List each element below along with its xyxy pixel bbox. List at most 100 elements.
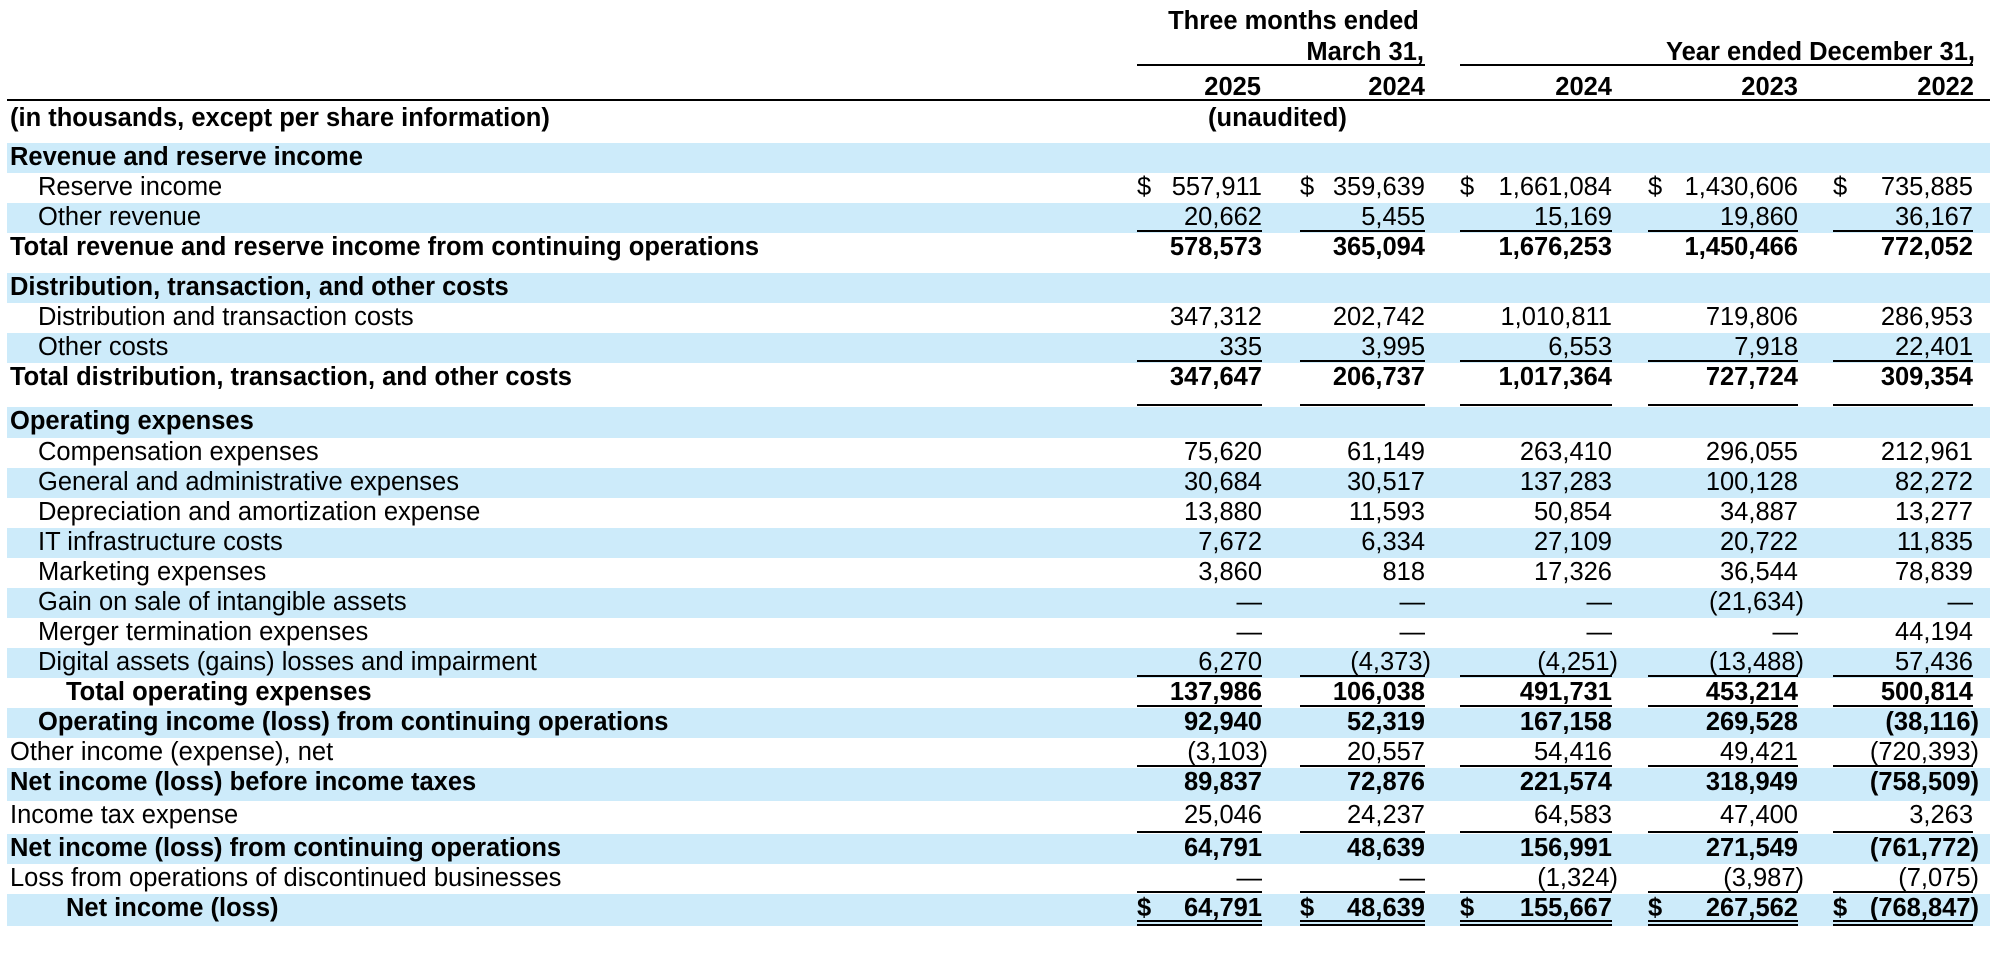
value-cell: 64,583 xyxy=(1460,801,1612,833)
value-cell: 137,986 xyxy=(1137,678,1262,707)
value-cell: 818 xyxy=(1300,558,1425,587)
value-cell: $155,667 xyxy=(1460,894,1612,926)
cell-value: 92,940 xyxy=(1184,708,1262,736)
value-cell: $359,639 xyxy=(1300,173,1425,202)
cell-value: 20,722 xyxy=(1720,528,1798,556)
value-cell: 1,450,466 xyxy=(1648,233,1798,272)
cell-value: 106,038 xyxy=(1332,678,1425,706)
value-cell: 137,283 xyxy=(1460,468,1612,497)
cell-value: 347,647 xyxy=(1169,363,1262,391)
cell-value: 34,887 xyxy=(1720,498,1798,526)
table-row: Marketing expenses 3,860 818 17,326 36,544 78… xyxy=(7,558,1990,588)
value-cell: 20,557 xyxy=(1300,738,1425,767)
value-cell: 78,839 xyxy=(1833,558,1973,587)
cell-value: 309,354 xyxy=(1880,363,1973,391)
cell-value: — xyxy=(1772,618,1799,646)
value-cell: 286,953 xyxy=(1833,303,1973,332)
value-cell: 6,334 xyxy=(1300,528,1425,557)
cell-value: 167,158 xyxy=(1519,708,1612,736)
cell-value: (4,251) xyxy=(1537,648,1618,676)
cell-value: 202,742 xyxy=(1332,303,1425,331)
cell-value: 818 xyxy=(1382,558,1425,586)
value-cell: 271,549 xyxy=(1648,834,1798,863)
value-cell: 206,737 xyxy=(1300,363,1425,406)
value-cell: 309,354 xyxy=(1833,363,1973,406)
value-cell: 1,017,364 xyxy=(1460,363,1612,406)
value-cell: 772,052 xyxy=(1833,233,1973,272)
value-cell: 347,312 xyxy=(1137,303,1262,332)
table-row: General and administrative expenses 30,68… xyxy=(7,468,1990,498)
row-label: Net income (loss) from continuing operat… xyxy=(10,834,562,862)
dollar-sign: $ xyxy=(1460,894,1475,922)
value-cell: — xyxy=(1300,588,1426,617)
cell-value: 20,557 xyxy=(1347,738,1425,766)
cell-value: 212,961 xyxy=(1880,438,1973,466)
cell-value: 727,724 xyxy=(1705,363,1798,391)
cell-value: 89,837 xyxy=(1184,768,1262,796)
value-cell: $1,430,606 xyxy=(1648,173,1798,202)
value-cell: $735,885 xyxy=(1833,173,1973,202)
value-cell: 3,995 xyxy=(1300,333,1425,362)
cell-value: 75,620 xyxy=(1184,438,1262,466)
cell-value: 49,421 xyxy=(1720,738,1798,766)
value-cell: 48,639 xyxy=(1300,834,1425,863)
value-cell: $557,911 xyxy=(1137,173,1262,202)
value-cell: 57,436 xyxy=(1833,648,1973,677)
value-cell: — xyxy=(1137,588,1263,617)
cell-value: 155,667 xyxy=(1519,894,1612,922)
cell-value: 30,684 xyxy=(1184,468,1262,496)
value-cell: 50,854 xyxy=(1460,498,1612,527)
cell-value: 221,574 xyxy=(1519,768,1612,796)
value-cell: — xyxy=(1300,864,1425,893)
value-cell: 27,109 xyxy=(1460,528,1612,557)
row-label: Other revenue xyxy=(38,203,202,231)
cell-value: 1,010,811 xyxy=(1500,303,1612,331)
value-cell: 13,880 xyxy=(1137,498,1262,527)
value-cell: 44,194 xyxy=(1833,618,1973,647)
value-cell: 1,010,811 xyxy=(1460,303,1612,332)
value-cell: $267,562 xyxy=(1648,894,1798,926)
cell-value: 13,277 xyxy=(1895,498,1973,526)
value-cell: 3,860 xyxy=(1137,558,1262,587)
value-cell: 24,237 xyxy=(1300,801,1425,833)
row-label: Other income (expense), net xyxy=(10,738,334,766)
cell-value: 17,326 xyxy=(1534,558,1612,586)
cell-value: 137,986 xyxy=(1169,678,1262,706)
dollar-sign: $ xyxy=(1460,173,1475,201)
cell-value: — xyxy=(1399,618,1426,646)
cell-value: 22,401 xyxy=(1895,333,1973,361)
cell-value: 27,109 xyxy=(1534,528,1612,556)
cell-value: 64,791 xyxy=(1184,834,1262,862)
value-cell: 17,326 xyxy=(1460,558,1612,587)
cell-value: 3,860 xyxy=(1198,558,1262,586)
table-row: Operating income (loss) from continuing … xyxy=(7,708,1990,738)
cell-value: 64,583 xyxy=(1534,801,1612,829)
row-label: Total distribution, transaction, and oth… xyxy=(10,363,572,391)
value-cell: 1,676,253 xyxy=(1460,233,1612,272)
cell-value: 44,194 xyxy=(1895,618,1973,646)
cell-value: (768,847) xyxy=(1869,894,1979,922)
value-cell: 20,662 xyxy=(1137,203,1262,232)
header-year-col2: 2024 xyxy=(1368,73,1425,101)
cell-value: (21,634) xyxy=(1709,588,1804,616)
value-cell: (758,509) xyxy=(1833,768,1979,800)
income-statement: Three months ended March 31, Year ended … xyxy=(0,0,2000,974)
cell-value: (1,324) xyxy=(1537,864,1618,892)
value-cell: — xyxy=(1137,864,1262,893)
value-cell: 22,401 xyxy=(1833,333,1973,362)
cell-value: 5,455 xyxy=(1361,203,1425,231)
cell-value: — xyxy=(1586,618,1613,646)
value-cell: 347,647 xyxy=(1137,363,1262,406)
cell-value: 156,991 xyxy=(1519,834,1612,862)
header-bottom-rule xyxy=(7,99,1990,101)
cell-value: 11,835 xyxy=(1896,528,1973,556)
value-cell: 54,416 xyxy=(1460,738,1612,767)
cell-value: — xyxy=(1399,588,1426,616)
row-label: Total revenue and reserve income from co… xyxy=(10,233,760,261)
value-cell: $48,639 xyxy=(1300,894,1425,926)
cell-value: — xyxy=(1236,588,1263,616)
cell-value: 19,860 xyxy=(1720,203,1798,231)
dollar-sign: $ xyxy=(1300,173,1315,201)
cell-value: 1,450,466 xyxy=(1684,233,1798,261)
dollar-sign: $ xyxy=(1648,173,1663,201)
